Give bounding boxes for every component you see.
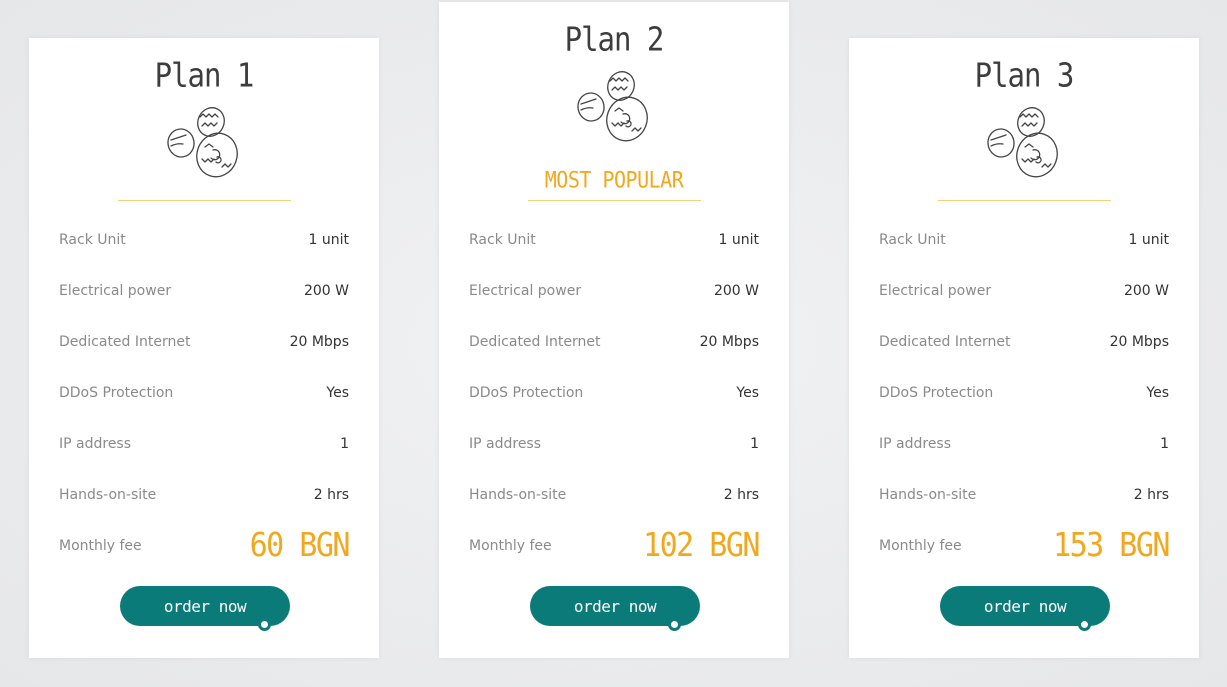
divider: [938, 200, 1111, 201]
eggs-icon: [166, 104, 242, 180]
feature-value: 200 W: [303, 282, 349, 299]
feature-value: 1 unit: [1128, 231, 1169, 248]
feature-value: 1 unit: [718, 231, 759, 248]
plan-title: Plan 2: [564, 19, 665, 59]
plan-title: Plan 1: [154, 55, 255, 95]
feature-label: IP address: [59, 435, 132, 452]
feature-value: 200 W: [1123, 282, 1169, 299]
feature-value: 1: [750, 435, 759, 452]
feature-value: 20 Mbps: [1109, 333, 1169, 350]
feature-row: IP address 1: [879, 418, 1169, 469]
features-list: Rack Unit 1 unit Electrical power 200 W De…: [879, 214, 1170, 571]
divider: [118, 200, 291, 201]
plan-card-3: Plan 3 Rack Unit 1 unit Electrical power 2…: [849, 38, 1199, 658]
feature-label: Monthly fee: [469, 537, 552, 554]
feature-label: Dedicated Internet: [59, 333, 191, 350]
features-list: Rack Unit 1 unit Electrical power 200 W De…: [59, 214, 351, 571]
feature-label: Rack Unit: [469, 231, 536, 248]
feature-label: Hands-on-site: [469, 486, 567, 503]
eggs-icon: [576, 68, 652, 144]
feature-label: Monthly fee: [59, 537, 142, 554]
plan-title: Plan 3: [974, 55, 1075, 95]
feature-row: IP address 1: [59, 418, 349, 469]
feature-row: Electrical power 200 W: [59, 265, 349, 316]
feature-label: DDoS Protection: [59, 384, 174, 401]
feature-label: Dedicated Internet: [469, 333, 601, 350]
feature-label: IP address: [879, 435, 952, 452]
monthly-fee-row: Monthly fee 102 BGN: [469, 520, 760, 571]
button-dot: [668, 618, 681, 631]
button-label: order now: [163, 596, 247, 616]
feature-value: 1: [1160, 435, 1169, 452]
feature-label: DDoS Protection: [879, 384, 994, 401]
feature-value: 1: [340, 435, 349, 452]
feature-label: Rack Unit: [879, 231, 946, 248]
feature-label: Dedicated Internet: [879, 333, 1011, 350]
button-label: order now: [983, 596, 1067, 616]
feature-row: Dedicated Internet 20 Mbps: [469, 316, 759, 367]
feature-label: Electrical power: [59, 282, 172, 299]
feature-label: DDoS Protection: [469, 384, 584, 401]
divider: [528, 200, 701, 201]
feature-label: IP address: [469, 435, 542, 452]
price: 153 BGN: [1053, 526, 1170, 565]
plan-card-2: Plan 2 MOST POPULAR Rack Unit 1 unit Elec…: [439, 2, 789, 658]
order-now-button[interactable]: order now: [120, 586, 290, 631]
feature-value: 2 hrs: [313, 486, 349, 503]
feature-row: Rack Unit 1 unit: [469, 214, 759, 265]
feature-value: Yes: [326, 384, 349, 401]
feature-value: 20 Mbps: [699, 333, 759, 350]
feature-value: 20 Mbps: [289, 333, 349, 350]
feature-row: Hands-on-site 2 hrs: [879, 469, 1169, 520]
feature-label: Electrical power: [469, 282, 582, 299]
feature-value: 2 hrs: [1133, 486, 1169, 503]
feature-row: Rack Unit 1 unit: [59, 214, 349, 265]
features-list: Rack Unit 1 unit Electrical power 200 W De…: [469, 214, 760, 571]
feature-label: Hands-on-site: [879, 486, 977, 503]
feature-value: 2 hrs: [723, 486, 759, 503]
button-dot: [258, 618, 271, 631]
price: 60 BGN: [249, 526, 351, 565]
feature-row: DDoS Protection Yes: [879, 367, 1169, 418]
most-popular-badge: MOST POPULAR: [544, 166, 684, 194]
price: 102 BGN: [643, 526, 760, 565]
monthly-fee-row: Monthly fee 153 BGN: [879, 520, 1170, 571]
monthly-fee-row: Monthly fee 60 BGN: [59, 520, 351, 571]
feature-row: Dedicated Internet 20 Mbps: [59, 316, 349, 367]
feature-label: Rack Unit: [59, 231, 126, 248]
feature-row: DDoS Protection Yes: [469, 367, 759, 418]
feature-row: Hands-on-site 2 hrs: [59, 469, 349, 520]
button-label: order now: [573, 596, 657, 616]
button-dot: [1078, 618, 1091, 631]
feature-row: IP address 1: [469, 418, 759, 469]
feature-row: Rack Unit 1 unit: [879, 214, 1169, 265]
plan-card-1: Plan 1 Rack Unit 1 unit Electrical power 2…: [29, 38, 379, 658]
order-now-button[interactable]: order now: [940, 586, 1110, 631]
eggs-icon: [986, 104, 1062, 180]
feature-row: DDoS Protection Yes: [59, 367, 349, 418]
feature-row: Electrical power 200 W: [469, 265, 759, 316]
feature-label: Monthly fee: [879, 537, 962, 554]
order-now-button[interactable]: order now: [530, 586, 700, 631]
feature-row: Hands-on-site 2 hrs: [469, 469, 759, 520]
feature-label: Electrical power: [879, 282, 992, 299]
feature-value: Yes: [736, 384, 759, 401]
feature-row: Dedicated Internet 20 Mbps: [879, 316, 1169, 367]
feature-value: Yes: [1146, 384, 1169, 401]
feature-value: 200 W: [713, 282, 759, 299]
feature-row: Electrical power 200 W: [879, 265, 1169, 316]
feature-label: Hands-on-site: [59, 486, 157, 503]
feature-value: 1 unit: [308, 231, 349, 248]
